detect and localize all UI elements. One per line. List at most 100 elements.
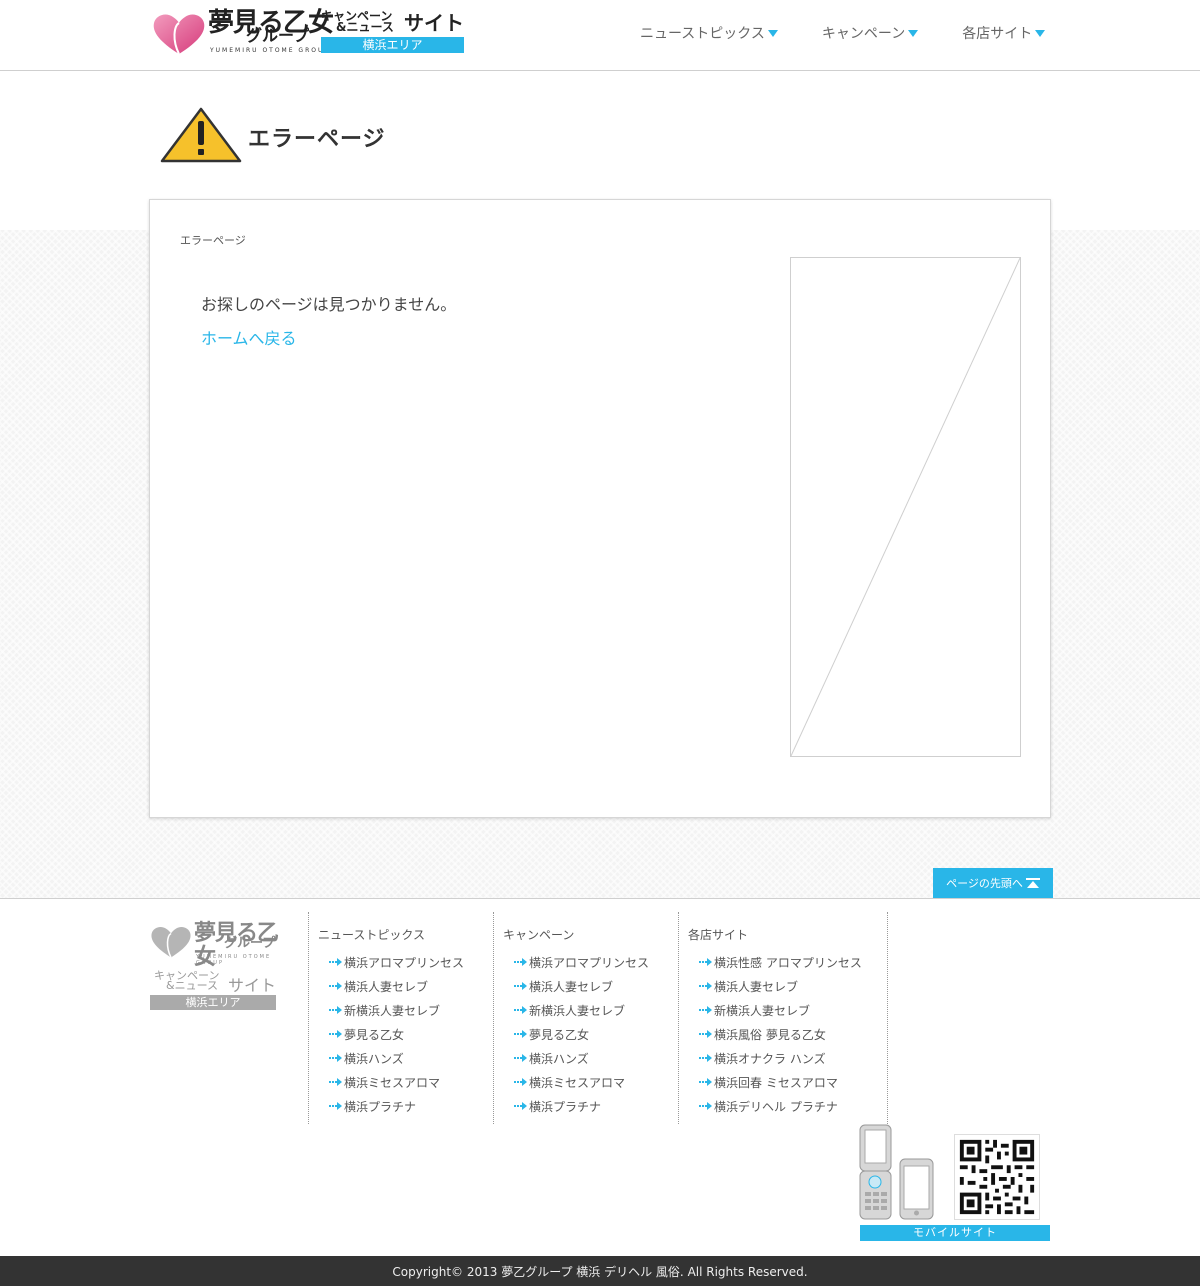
footer-link[interactable]: 横浜プラチナ — [514, 1094, 649, 1118]
arrow-right-icon — [699, 1101, 713, 1111]
copyright-bar: Copyright© 2013 夢乙グループ 横浜 デリヘル 風俗. All R… — [0, 1256, 1200, 1286]
mobile-site-link[interactable]: モバイルサイト — [860, 1225, 1050, 1241]
footer-link[interactable]: 新横浜人妻セレブ — [514, 998, 649, 1022]
heart-logo-icon — [153, 14, 205, 55]
footer-link[interactable]: 横浜ハンズ — [514, 1046, 649, 1070]
footer-link[interactable]: 横浜人妻セレブ — [514, 974, 649, 998]
footer-link-label: 夢見る乙女 — [529, 1027, 590, 1042]
footer-link-label: 横浜ミセスアロマ — [529, 1075, 626, 1090]
footer-link-label: 横浜人妻セレブ — [714, 979, 799, 994]
footer-logo-sub-news: &ニュース — [166, 979, 219, 992]
logo-sub-news: &ニュース — [336, 20, 394, 34]
footer-link-label: 横浜回春 ミセスアロマ — [714, 1075, 838, 1090]
mobile-phones-icon — [859, 1124, 934, 1220]
footer-link-label: 横浜人妻セレブ — [529, 979, 614, 994]
footer-link-label: 横浜プラチナ — [529, 1099, 602, 1114]
nav-label: 各店サイト — [962, 26, 1033, 42]
footer-link-label: 横浜デリヘル プラチナ — [714, 1099, 838, 1114]
footer-link-label: 横浜オナクラ ハンズ — [714, 1051, 826, 1066]
footer-link[interactable]: 横浜回春 ミセスアロマ — [699, 1070, 862, 1094]
arrow-right-icon — [699, 957, 713, 967]
footer-link[interactable]: 横浜デリヘル プラチナ — [699, 1094, 862, 1118]
arrow-right-icon — [699, 1077, 713, 1087]
footer-logo-area-badge: 横浜エリア — [150, 995, 276, 1010]
footer-link-label: 横浜アロマプリンセス — [529, 955, 650, 970]
footer-link-label: 横浜ハンズ — [344, 1051, 404, 1066]
arrow-right-icon — [514, 1077, 528, 1087]
footer-link-label: 横浜性感 アロマプリンセス — [714, 955, 862, 970]
placeholder-diagonal — [791, 258, 1020, 756]
footer-link[interactable]: 横浜人妻セレブ — [329, 974, 464, 998]
footer-link-label: 夢見る乙女 — [344, 1027, 405, 1042]
arrow-right-icon — [514, 981, 528, 991]
site-logo[interactable]: 夢見る乙女 グループ YUMEMIRU OTOME GROUP キャンペーン &… — [150, 9, 470, 59]
nav-label: ニューストピックス — [640, 26, 765, 42]
triangle-down-icon — [767, 29, 778, 37]
footer-link[interactable]: 横浜プラチナ — [329, 1094, 464, 1118]
arrow-right-icon — [699, 1029, 713, 1039]
footer-logo[interactable]: 夢見る乙女 グループ YUMEMIRU OTOME GROUP キャンペーン &… — [150, 922, 280, 1012]
footer-link[interactable]: 夢見る乙女 — [329, 1022, 464, 1046]
footer-link[interactable]: 新横浜人妻セレブ — [699, 998, 862, 1022]
footer-column-shops: 各店サイト 横浜性感 アロマプリンセス 横浜人妻セレブ 新横浜人妻セレブ 横浜風… — [678, 912, 887, 1124]
footer-link[interactable]: 横浜ハンズ — [329, 1046, 464, 1070]
footer-column-news: ニューストピックス 横浜アロマプリンセス 横浜人妻セレブ 新横浜人妻セレブ 夢見… — [308, 912, 493, 1124]
heart-logo-icon — [151, 926, 191, 958]
triangle-down-icon — [1035, 29, 1046, 37]
footer-column-heading: キャンペーン — [503, 928, 575, 942]
nav-campaign[interactable]: キャンペーン — [821, 22, 919, 44]
arrow-up-to-top-icon — [1025, 878, 1040, 888]
arrow-right-icon — [329, 1029, 343, 1039]
footer-link[interactable]: 横浜人妻セレブ — [699, 974, 862, 998]
footer-link[interactable]: 横浜アロマプリンセス — [329, 950, 464, 974]
home-link[interactable]: ホームへ戻る — [201, 325, 297, 349]
footer-link[interactable]: 横浜性感 アロマプリンセス — [699, 950, 862, 974]
arrow-right-icon — [699, 1005, 713, 1015]
arrow-right-icon — [514, 1029, 528, 1039]
warning-icon — [160, 107, 242, 163]
nav-news-topics[interactable]: ニューストピックス — [640, 22, 778, 44]
arrow-right-icon — [699, 1053, 713, 1063]
page-top-label: ページの先頭へ — [946, 877, 1023, 890]
footer-link-label: 新横浜人妻セレブ — [344, 1003, 441, 1018]
footer-link[interactable]: 新横浜人妻セレブ — [329, 998, 464, 1022]
site-header: 夢見る乙女 グループ YUMEMIRU OTOME GROUP キャンペーン &… — [0, 0, 1200, 71]
error-message: お探しのページは見つかりません。 — [201, 295, 457, 314]
footer-link[interactable]: 横浜風俗 夢見る乙女 — [699, 1022, 862, 1046]
arrow-right-icon — [329, 1005, 343, 1015]
arrow-right-icon — [514, 1053, 528, 1063]
main-nav: ニューストピックス キャンペーン 各店サイト — [640, 22, 1046, 44]
footer-link[interactable]: 横浜アロマプリンセス — [514, 950, 649, 974]
breadcrumb: エラーページ — [180, 234, 246, 247]
page-top-button[interactable]: ページの先頭へ — [933, 868, 1053, 898]
logo-romaji: YUMEMIRU OTOME GROUP — [210, 47, 330, 54]
footer-link[interactable]: 横浜ミセスアロマ — [329, 1070, 464, 1094]
arrow-right-icon — [329, 981, 343, 991]
footer-logo-name-2: グループ — [224, 936, 276, 951]
footer-link[interactable]: 夢見る乙女 — [514, 1022, 649, 1046]
footer-link[interactable]: 横浜オナクラ ハンズ — [699, 1046, 862, 1070]
footer-link[interactable]: 横浜ミセスアロマ — [514, 1070, 649, 1094]
nav-label: キャンペーン — [821, 26, 906, 42]
banner-placeholder — [790, 257, 1021, 757]
footer-column-heading: 各店サイト — [688, 928, 749, 942]
nav-shop-sites[interactable]: 各店サイト — [962, 22, 1046, 44]
footer-logo-sub-site: サイト — [228, 976, 277, 995]
arrow-right-icon — [514, 1101, 528, 1111]
footer-link-label: 新横浜人妻セレブ — [714, 1003, 811, 1018]
arrow-right-icon — [329, 957, 343, 967]
logo-sub-site: サイト — [404, 11, 464, 35]
footer-column-divider — [887, 912, 888, 1124]
footer-link-label: 横浜プラチナ — [344, 1099, 417, 1114]
arrow-right-icon — [514, 1005, 528, 1015]
logo-name-2: グループ — [246, 26, 310, 45]
page-title: エラーページ — [248, 127, 386, 152]
footer-link-label: 横浜人妻セレブ — [344, 979, 429, 994]
arrow-right-icon — [329, 1101, 343, 1111]
footer-logo-romaji: YUMEMIRU OTOME GROUP — [196, 954, 272, 966]
copyright-text: Copyright© 2013 夢乙グループ 横浜 デリヘル 風俗. All R… — [392, 1264, 808, 1279]
footer-column-campaign: キャンペーン 横浜アロマプリンセス 横浜人妻セレブ 新横浜人妻セレブ 夢見る乙女… — [493, 912, 678, 1124]
arrow-right-icon — [329, 1077, 343, 1087]
qr-code-icon[interactable] — [954, 1134, 1040, 1220]
triangle-down-icon — [908, 29, 919, 37]
